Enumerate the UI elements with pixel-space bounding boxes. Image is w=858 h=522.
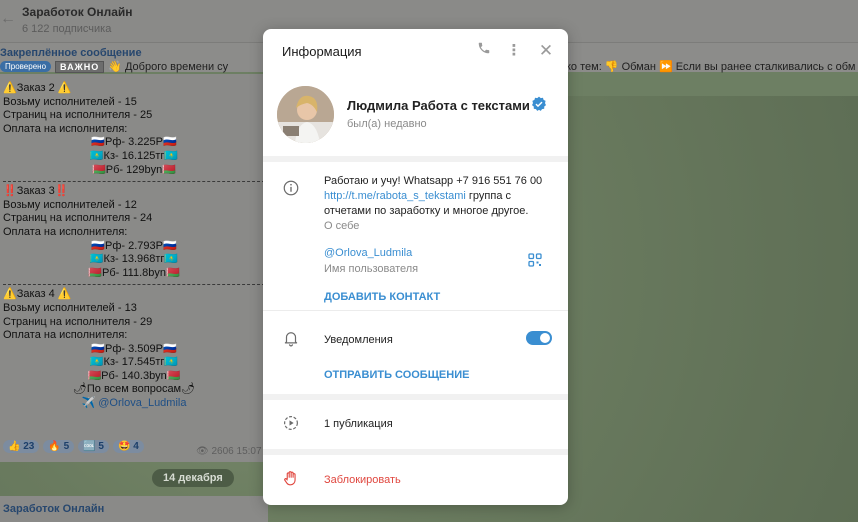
add-contact-button[interactable]: ДОБАВИТЬ КОНТАКТ xyxy=(324,291,440,303)
message-line: 🇰🇿Кз- 16.125тг🇰🇿 xyxy=(89,149,179,162)
profile-name: Людмила Работа с текстами xyxy=(347,98,530,113)
section-divider xyxy=(263,394,568,400)
message-line: 🇧🇾Рб- 140.3byn🇧🇾 xyxy=(87,369,181,382)
reaction-emoji: 🔥 xyxy=(48,441,61,452)
dialog-title: Информация xyxy=(282,44,362,59)
message-line: 🇷🇺Рф- 3.225Р🇷🇺 xyxy=(91,136,177,149)
date-separator: 14 декабря xyxy=(152,469,234,487)
chat-title[interactable]: Заработок Онлайн xyxy=(22,5,133,19)
reaction-emoji: 🤩 xyxy=(117,441,131,452)
message-line: Оплата на исполнителя: xyxy=(3,329,128,342)
views-count: 👁 2606 xyxy=(196,446,234,457)
qr-code-icon[interactable] xyxy=(528,253,542,267)
message-line: ⚠️Заказ 4 ⚠️ xyxy=(3,288,72,301)
message-line: 🇰🇿Кз- 17.545тг🇰🇿 xyxy=(89,356,179,369)
info-icon xyxy=(283,180,299,196)
reaction-chip[interactable]: 👍 23 xyxy=(3,440,40,453)
reaction-count: 4 xyxy=(133,441,139,452)
pinned-badges: Проверено ВАЖНО 👋 Доброго времени су xyxy=(0,60,228,73)
important-badge: ВАЖНО xyxy=(55,60,105,73)
reaction-count: 5 xyxy=(98,441,104,452)
reaction-count: 5 xyxy=(63,441,70,452)
section-divider xyxy=(263,449,568,455)
dialog-header: Информация ⋮ ✕ xyxy=(263,29,568,73)
profile-status: был(а) недавно xyxy=(347,118,427,130)
pinned-preview-right: ко тем: 👎 Обман ⏩ Если вы ранее сталкива… xyxy=(566,61,856,73)
message-line: 🇷🇺Рф- 3.509Р🇷🇺 xyxy=(91,342,177,355)
block-user-button[interactable]: Заблокировать xyxy=(324,474,401,486)
reaction-count: 23 xyxy=(23,441,35,452)
publications-item[interactable]: 1 публикация xyxy=(324,418,393,430)
message-line: Оплата на исполнителя: xyxy=(3,225,128,238)
toggle-knob xyxy=(540,333,550,343)
phone-icon[interactable] xyxy=(473,40,495,62)
message-separator xyxy=(3,284,265,286)
pinned-title: Закреплённое сообщение xyxy=(0,47,142,59)
message-separator xyxy=(3,181,265,183)
channel-message[interactable]: Заработок Онлайн xyxy=(0,496,268,522)
message-line: 🇧🇾Рб- 129byn🇧🇾 xyxy=(92,163,176,176)
message-text: ⚠️Заказ 2 ⚠️ Возьму исполнителей - 15 Стра… xyxy=(3,82,265,411)
bio-link[interactable]: http://t.me/rabota_s_tekstami xyxy=(324,190,466,202)
reaction-emoji: 🆒 xyxy=(83,441,96,452)
reaction-chip[interactable]: 🔥 5 xyxy=(43,440,75,453)
bio-text-part: Работаю и учу! Whatsapp +7 916 551 76 00 xyxy=(324,175,543,187)
channel-message[interactable]: ⚠️Заказ 2 ⚠️ Возьму исполнителей - 15 Стра… xyxy=(0,74,268,462)
avatar[interactable] xyxy=(277,86,334,143)
message-line: Страниц на исполнителя - 25 xyxy=(3,109,153,122)
reactions-row: 👍 23 🔥 5 🆒 5 🤩 4 xyxy=(3,440,144,453)
username-caption: Имя пользователя xyxy=(324,263,419,275)
bio-caption: О себе xyxy=(324,220,360,232)
message-views: 👁 2606 15:07 xyxy=(196,446,262,457)
message-line: Оплата на исполнителя: xyxy=(3,122,128,135)
message-line: Возьму исполнителей - 12 xyxy=(3,198,137,211)
section-divider xyxy=(263,156,568,162)
message-line: Возьму исполнителей - 13 xyxy=(3,301,137,314)
message-line: ‼️Заказ 3‼️ xyxy=(3,185,69,198)
message-line: ⚠️Заказ 2 ⚠️ xyxy=(3,82,72,94)
verified-badge: Проверено xyxy=(0,61,52,72)
close-icon[interactable]: ✕ xyxy=(535,40,557,62)
arrow-left-icon[interactable]: ← xyxy=(0,10,16,30)
message-line: Возьму исполнителей - 15 xyxy=(3,95,137,108)
username-link[interactable]: @Orlova_Ludmila xyxy=(324,247,412,259)
message-link[interactable]: ✈️ @Orlova_Ludmila xyxy=(3,397,265,411)
hand-stop-icon xyxy=(284,471,296,486)
reaction-chip[interactable]: 🤩 4 xyxy=(112,440,144,453)
bell-icon xyxy=(284,332,298,347)
more-vertical-icon[interactable]: ⋮ xyxy=(503,40,525,62)
section-divider xyxy=(263,310,568,311)
bio-text: Работаю и учу! Whatsapp +7 916 551 76 00… xyxy=(324,174,556,219)
reaction-chip[interactable]: 🆒 5 xyxy=(78,440,109,453)
message-author: Заработок Онлайн xyxy=(3,503,105,515)
profile-info-dialog: Информация ⋮ ✕ Людмила Работа с текстами… xyxy=(263,29,568,505)
message-line: Страниц на исполнителя - 29 xyxy=(3,315,153,328)
message-line: 🇧🇾Рб- 111.8byn🇧🇾 xyxy=(88,266,180,279)
message-time: 15:07 xyxy=(236,446,262,457)
chat-subscribers: 6 122 подписчика xyxy=(22,23,112,35)
send-message-button[interactable]: ОТПРАВИТЬ СООБЩЕНИЕ xyxy=(324,369,469,381)
reaction-emoji: 👍 xyxy=(8,441,21,452)
pinned-preview: 👋 Доброго времени су xyxy=(108,61,229,73)
publication-icon xyxy=(284,416,298,430)
message-line: 🇰🇿Кз- 13.968тг🇰🇿 xyxy=(89,253,179,266)
message-line: Страниц на исполнителя - 24 xyxy=(3,212,153,225)
verified-icon xyxy=(532,96,546,111)
message-line: 🌶По всем вопросам🌶 xyxy=(72,383,196,396)
message-line: 🇷🇺Рф- 2.793Р🇷🇺 xyxy=(91,239,177,252)
notifications-toggle[interactable] xyxy=(526,331,552,345)
notifications-label: Уведомления xyxy=(324,334,393,346)
